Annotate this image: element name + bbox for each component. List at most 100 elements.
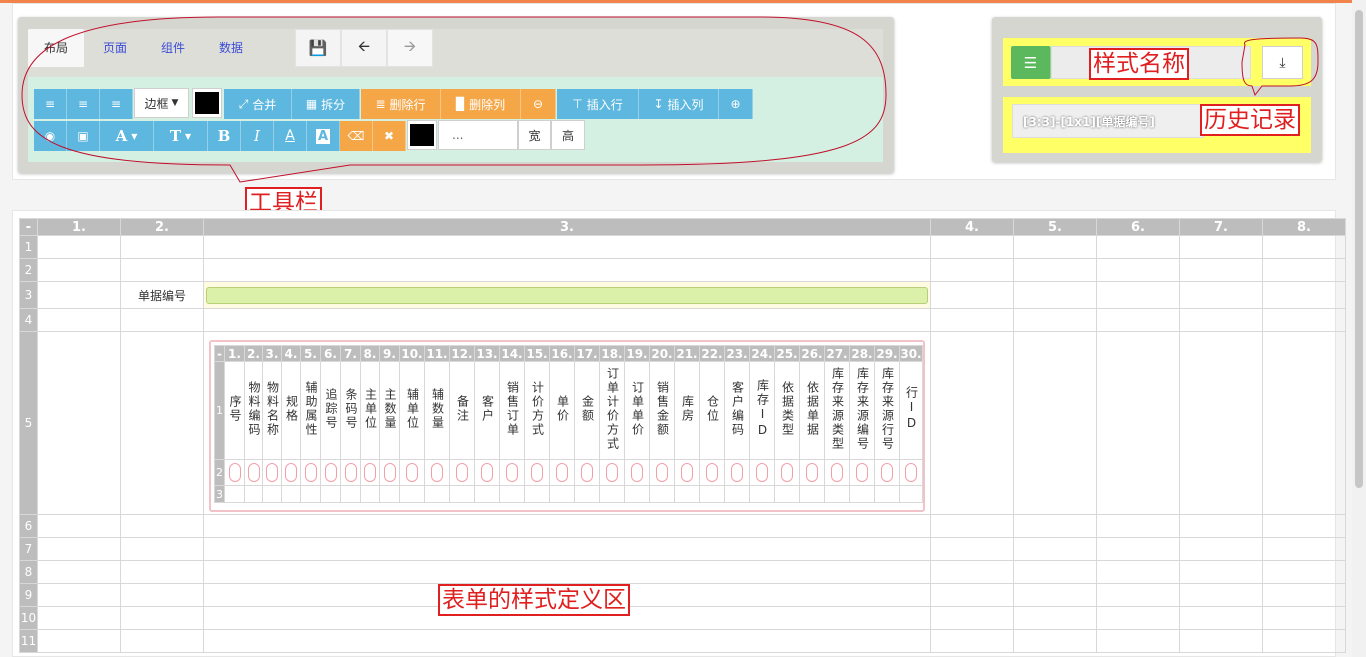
grid-cell[interactable]: [1013, 629, 1097, 653]
subtable-cell[interactable]: [399, 485, 425, 503]
subtable-input[interactable]: [364, 463, 376, 482]
col-header[interactable]: 8.: [1262, 218, 1346, 236]
eraser-button[interactable]: ⌫: [340, 121, 373, 151]
subtable-cell[interactable]: [699, 485, 725, 503]
grid-cell[interactable]: [1262, 629, 1346, 653]
grid-cell[interactable]: [1013, 235, 1097, 259]
grid-cell[interactable]: [1262, 583, 1346, 607]
subtable-header-cell[interactable]: 规格: [281, 361, 301, 460]
grid-cell[interactable]: [1013, 308, 1097, 332]
subtable-input[interactable]: [456, 463, 468, 482]
tab-layout[interactable]: 布局: [28, 29, 84, 67]
subtable-row-header[interactable]: 1: [214, 361, 225, 460]
background-button[interactable]: A: [307, 121, 340, 151]
grid-cell[interactable]: [930, 235, 1014, 259]
subtable-input[interactable]: [706, 463, 718, 482]
grid-cell[interactable]: [37, 583, 121, 607]
tab-component[interactable]: 组件: [145, 29, 201, 67]
grid-cell[interactable]: [37, 235, 121, 259]
subtable-cell[interactable]: [424, 485, 450, 503]
subtable-cell[interactable]: [724, 485, 750, 503]
subtable-header-cell[interactable]: 库存来源行号: [874, 361, 900, 460]
grid-cell[interactable]: [1179, 583, 1263, 607]
subtable-input[interactable]: [756, 463, 768, 482]
subtable-col-header[interactable]: 20.: [649, 345, 675, 362]
subtable-col-header[interactable]: 11.: [424, 345, 450, 362]
subtable-header-cell[interactable]: 依据类型: [774, 361, 800, 460]
subtable-col-header[interactable]: 29.: [874, 345, 900, 362]
grid-cell[interactable]: [120, 235, 204, 259]
grid-cell[interactable]: [1179, 258, 1263, 282]
grid-cell[interactable]: [37, 537, 121, 561]
subtable-header-cell[interactable]: 追踪号: [320, 361, 341, 460]
subtable-row-header[interactable]: 3: [214, 485, 225, 503]
subtable-header-cell[interactable]: 库存来源编号: [849, 361, 875, 460]
subtable-input-cell[interactable]: [379, 459, 400, 486]
subtable-cell[interactable]: [824, 485, 850, 503]
grid-cell[interactable]: [1013, 560, 1097, 584]
row-header[interactable]: 9: [19, 583, 38, 607]
fill-color-button[interactable]: ◉: [34, 121, 67, 151]
image-button[interactable]: ▣: [67, 121, 100, 151]
subtable-cell[interactable]: [379, 485, 400, 503]
subtable-input[interactable]: [247, 463, 260, 482]
row-header[interactable]: 4: [19, 308, 38, 332]
grid-cell[interactable]: [1096, 281, 1180, 309]
grid-cell[interactable]: [1262, 514, 1346, 538]
subtable-col-header[interactable]: 12.: [449, 345, 475, 362]
row-header[interactable]: 3: [19, 281, 38, 309]
subtable-header-cell[interactable]: 辅助属性: [300, 361, 321, 460]
subtable-col-header[interactable]: 30.: [899, 345, 923, 362]
grid-cell[interactable]: [1013, 281, 1097, 309]
font-color-button[interactable]: A ▼: [100, 121, 154, 151]
col-header[interactable]: 1.: [37, 218, 121, 236]
subtable-input-cell[interactable]: [624, 459, 650, 486]
undo-button[interactable]: 🡨: [341, 29, 387, 67]
subtable-col-header[interactable]: 19.: [624, 345, 650, 362]
grid-cell[interactable]: [120, 537, 204, 561]
grid-cell[interactable]: [930, 606, 1014, 630]
subtable-cell[interactable]: [899, 485, 923, 503]
subtable-cell[interactable]: [774, 485, 800, 503]
grid-cell[interactable]: [1013, 514, 1097, 538]
subtable-input-cell[interactable]: [499, 459, 525, 486]
delete-row-button[interactable]: ≣ 删除行: [361, 89, 441, 119]
font-size-button[interactable]: T ▼: [154, 121, 208, 151]
subtable-cell[interactable]: [281, 485, 301, 503]
subtable-input-cell[interactable]: [360, 459, 380, 486]
subtable-header-cell[interactable]: 主单位: [360, 361, 380, 460]
grid-cell[interactable]: [120, 560, 204, 584]
grid-cell[interactable]: [1096, 537, 1180, 561]
subtable-col-header[interactable]: 4.: [281, 345, 301, 362]
grid-cell[interactable]: [930, 583, 1014, 607]
subtable-col-header[interactable]: 23.: [724, 345, 750, 362]
width-button[interactable]: 宽: [518, 120, 551, 150]
subtable-input-cell[interactable]: [424, 459, 450, 486]
subtable-col-header[interactable]: 14.: [499, 345, 525, 362]
grid-cell[interactable]: [1179, 235, 1263, 259]
subtable-cell[interactable]: [799, 485, 825, 503]
subtable-col-header[interactable]: 16.: [549, 345, 575, 362]
grid-cell[interactable]: [1179, 629, 1263, 653]
subtable-col-header[interactable]: 18.: [599, 345, 625, 362]
subtable-input[interactable]: [431, 463, 443, 482]
row-header[interactable]: 6: [19, 514, 38, 538]
subtable-input[interactable]: [656, 463, 668, 482]
subtable-input-cell[interactable]: [320, 459, 341, 486]
grid-cell[interactable]: [1179, 514, 1263, 538]
grid-cell[interactable]: [203, 560, 931, 584]
subtable-input[interactable]: [856, 463, 868, 482]
merge-button[interactable]: ⤢ 合并: [224, 89, 292, 119]
subtable-input-cell[interactable]: [300, 459, 321, 486]
save-button[interactable]: 💾: [295, 29, 341, 67]
field-label-cell[interactable]: 单据编号: [120, 281, 204, 309]
row-header[interactable]: 1: [19, 235, 38, 259]
subtable-input[interactable]: [681, 463, 693, 482]
subtable-header-cell[interactable]: 行ID: [899, 361, 923, 460]
grid-cell[interactable]: [1262, 308, 1346, 332]
subtable-input[interactable]: [806, 463, 818, 482]
grid-cell[interactable]: [1179, 606, 1263, 630]
subtable-col-header[interactable]: 17.: [574, 345, 600, 362]
col-header[interactable]: 2.: [120, 218, 204, 236]
grid-cell[interactable]: [203, 537, 931, 561]
